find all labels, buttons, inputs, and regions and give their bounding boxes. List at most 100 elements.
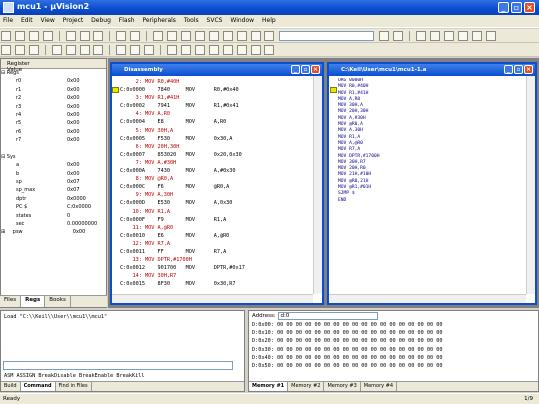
- menu-flash[interactable]: Flash: [116, 15, 138, 24]
- serial-window-icon[interactable]: [236, 45, 247, 55]
- register-row[interactable]: sp 0x07: [1, 178, 106, 186]
- register-row[interactable]: r1 0x00: [1, 86, 106, 94]
- prev-bookmark-icon[interactable]: [194, 31, 205, 41]
- menu-project[interactable]: Project: [60, 15, 87, 24]
- disassembly-line[interactable]: C:0x000F F9 MOV R1,A: [112, 216, 313, 224]
- disassembly-line[interactable]: C:0x000D E530 MOV A,0x30: [112, 199, 313, 207]
- tab-build[interactable]: Build: [1, 382, 21, 391]
- source-maximize-button[interactable]: ▫: [514, 65, 523, 74]
- source-code-line[interactable]: END: [338, 198, 526, 204]
- source-line[interactable]: 8: MOV @R0,A: [112, 175, 313, 183]
- disassembly-listing[interactable]: 2: MOV R0,#40H C:0x0000 7840 MOV R0,#0x40…: [112, 78, 313, 294]
- menu-edit[interactable]: Edit: [18, 15, 36, 24]
- run-icon[interactable]: [14, 45, 25, 55]
- disassembly-line[interactable]: C:0x000A 7430 MOV A,#0x30: [112, 167, 313, 175]
- paste-icon[interactable]: [93, 31, 104, 41]
- reset-icon[interactable]: [1, 45, 11, 55]
- clear-bookmarks-icon[interactable]: [222, 31, 233, 41]
- source-line[interactable]: 3: MOV R1,#41H: [112, 94, 313, 102]
- source-horizontal-scrollbar[interactable]: [329, 294, 526, 303]
- tab-command[interactable]: Command: [20, 382, 56, 391]
- disassembly-line[interactable]: C:0x0011 FF MOV R7,A: [112, 248, 313, 256]
- back-icon[interactable]: [153, 31, 164, 41]
- app-icon[interactable]: [3, 2, 14, 13]
- configuration-icon[interactable]: [485, 31, 496, 41]
- disassembly-title-bar[interactable]: Disassembly _ ▫ ×: [112, 64, 322, 76]
- disassembly-maximize-button[interactable]: ▫: [301, 65, 310, 74]
- stop-icon[interactable]: [28, 45, 39, 55]
- source-line[interactable]: 12: MOV R7,A: [112, 240, 313, 248]
- menu-svcs[interactable]: SVCS: [204, 15, 226, 24]
- register-row[interactable]: r4 0x00: [1, 111, 106, 119]
- tab-files[interactable]: Files: [0, 296, 22, 307]
- command-input[interactable]: [3, 361, 233, 370]
- memory-row[interactable]: D:0x10: 00 00 00 00 00 00 00 00 00 00 00…: [252, 329, 538, 337]
- performance-analyzer-icon[interactable]: [250, 45, 261, 55]
- source-minimize-button[interactable]: _: [504, 65, 513, 74]
- copy-icon[interactable]: [79, 31, 90, 41]
- memory-row[interactable]: D:0x40: 00 00 00 00 00 00 00 00 00 00 00…: [252, 354, 538, 362]
- menu-peripherals[interactable]: Peripherals: [139, 15, 178, 24]
- tab-memory-2[interactable]: Memory #2: [288, 382, 325, 391]
- disassembly-close-button[interactable]: ×: [311, 65, 320, 74]
- disassembly-line[interactable]: C:0x0015 8F30 MOV 0x30,R7: [112, 280, 313, 288]
- breakpoint-icon[interactable]: [429, 31, 440, 41]
- memory-row[interactable]: D:0x30: 00 00 00 00 00 00 00 00 00 00 00…: [252, 346, 538, 354]
- redo-icon[interactable]: [130, 31, 141, 41]
- source-line[interactable]: 11: MOV A,@R0: [112, 224, 313, 232]
- tab-regs[interactable]: Regs: [21, 296, 46, 307]
- step-out-icon[interactable]: [79, 45, 90, 55]
- disassembly-line[interactable]: C:0x0004 E8 MOV A,R0: [112, 118, 313, 126]
- register-row[interactable]: PC $ C:0x0000: [1, 203, 106, 211]
- tab-memory-1[interactable]: Memory #1: [249, 382, 289, 391]
- tab-memory-3[interactable]: Memory #3: [324, 382, 361, 391]
- disassembly-line[interactable]: C:0x0012 901700 MOV DPTR,#0x17: [112, 264, 313, 272]
- register-row[interactable]: ⊟ Sys: [1, 153, 106, 161]
- close-button[interactable]: ×: [524, 2, 535, 13]
- debug-icon[interactable]: [416, 31, 427, 41]
- register-row[interactable]: r2 0x00: [1, 94, 106, 102]
- output-window-icon[interactable]: [180, 45, 191, 55]
- find-combo[interactable]: [279, 31, 375, 41]
- source-line[interactable]: 2: MOV R0,#40H: [112, 78, 313, 86]
- register-row[interactable]: ⊟ Regs: [1, 69, 106, 77]
- tab-find-in-files[interactable]: Find in Files: [56, 382, 92, 391]
- disassembly-line[interactable]: C:0x0000 7840 MOV R0,#0x40: [112, 86, 313, 94]
- register-row[interactable]: sp_max 0x07: [1, 186, 106, 194]
- disassembly-line[interactable]: C:0x0010 E6 MOV A,@R0: [112, 232, 313, 240]
- trace-records-icon[interactable]: [144, 45, 155, 55]
- toolbox-icon[interactable]: [264, 45, 275, 55]
- memory-row[interactable]: D:0x50: 00 00 00 00 00 00 00 00 00 00 00…: [252, 362, 538, 370]
- memory-row[interactable]: D:0x20: 00 00 00 00 00 00 00 00 00 00 00…: [252, 337, 538, 345]
- tab-books[interactable]: Books: [45, 296, 71, 307]
- undo-icon[interactable]: [116, 31, 127, 41]
- next-bookmark-icon[interactable]: [208, 31, 219, 41]
- minimize-button[interactable]: _: [498, 2, 509, 13]
- step-over-icon[interactable]: [65, 45, 76, 55]
- register-row[interactable]: r5 0x00: [1, 119, 106, 127]
- disassembly-line[interactable]: C:0x0007 853020 MOV 0x20,0x30: [112, 151, 313, 159]
- menu-file[interactable]: File: [0, 15, 16, 24]
- bookmark-icon[interactable]: [180, 31, 191, 41]
- disassembly-line[interactable]: C:0x000C F6 MOV @R0,A: [112, 183, 313, 191]
- trace-icon[interactable]: [130, 45, 141, 55]
- source-line[interactable]: 13: MOV DPTR,#1700H: [112, 256, 313, 264]
- register-row[interactable]: b 0x00: [1, 170, 106, 178]
- tab-memory-4[interactable]: Memory #4: [361, 382, 398, 391]
- source-editor[interactable]: ORG 0000H MOV R0,#40H MOV R1,#41H MOV A,R0 M…: [338, 78, 526, 294]
- save-all-icon[interactable]: [42, 31, 53, 41]
- unindent-icon[interactable]: [250, 31, 261, 41]
- register-row[interactable]: dptr 0x0000: [1, 195, 106, 203]
- disassembly-minimize-button[interactable]: _: [291, 65, 300, 74]
- source-vertical-scrollbar[interactable]: [526, 76, 535, 294]
- register-row[interactable]: sec 0.00000000: [1, 220, 106, 228]
- source-line[interactable]: 4: MOV A,R0: [112, 110, 313, 118]
- disassembly-window-icon[interactable]: [194, 45, 205, 55]
- register-row[interactable]: ⊞ psw 0x00: [1, 228, 106, 236]
- step-into-icon[interactable]: [51, 45, 62, 55]
- menu-tools[interactable]: Tools: [181, 15, 202, 24]
- disable-all-icon[interactable]: [471, 31, 482, 41]
- find-icon[interactable]: [379, 31, 390, 41]
- register-row[interactable]: r0 0x00: [1, 77, 106, 85]
- watch-window-icon[interactable]: [208, 45, 219, 55]
